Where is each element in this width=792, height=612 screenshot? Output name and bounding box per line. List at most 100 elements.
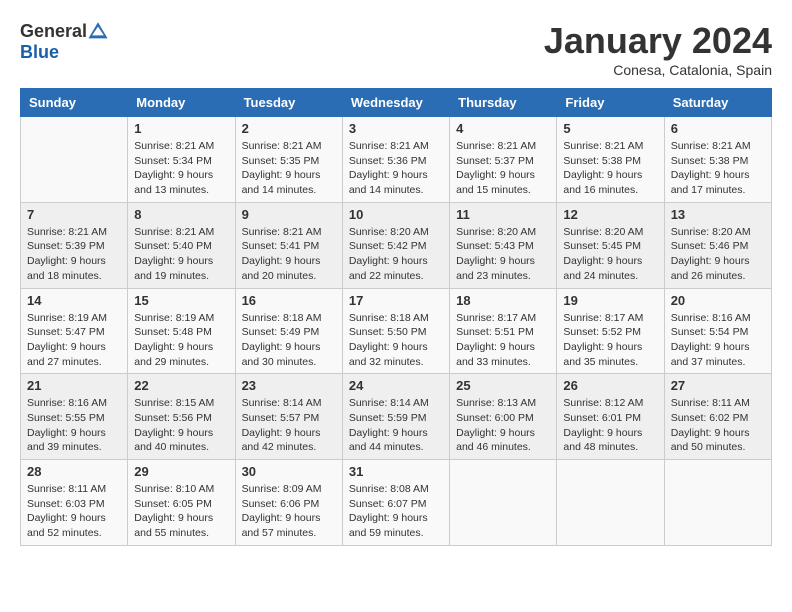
calendar-cell: 26 Sunrise: 8:12 AMSunset: 6:01 PMDayligh…	[557, 374, 664, 460]
day-number: 30	[242, 464, 336, 479]
day-number: 20	[671, 293, 765, 308]
day-info: Sunrise: 8:21 AMSunset: 5:34 PMDaylight:…	[134, 139, 228, 198]
calendar-cell: 16 Sunrise: 8:18 AMSunset: 5:49 PMDayligh…	[235, 288, 342, 374]
calendar-cell: 5 Sunrise: 8:21 AMSunset: 5:38 PMDaylight…	[557, 117, 664, 203]
calendar-cell: 18 Sunrise: 8:17 AMSunset: 5:51 PMDayligh…	[450, 288, 557, 374]
calendar-cell: 24Sunrise: 8:14 AMSunset: 5:59 PMDayligh…	[342, 374, 449, 460]
calendar-cell: 31 Sunrise: 8:08 AMSunset: 6:07 PMDayligh…	[342, 460, 449, 546]
title-block: January 2024 Conesa, Catalonia, Spain	[544, 20, 772, 78]
calendar-cell: 20 Sunrise: 8:16 AMSunset: 5:54 PMDayligh…	[664, 288, 771, 374]
day-info: Sunrise: 8:11 AMSunset: 6:02 PMDaylight:…	[671, 396, 765, 455]
day-info: Sunrise: 8:18 AMSunset: 5:50 PMDaylight:…	[349, 311, 443, 370]
day-number: 23	[242, 378, 336, 393]
day-info: Sunrise: 8:20 AMSunset: 5:46 PMDaylight:…	[671, 225, 765, 284]
calendar-week-row: 21 Sunrise: 8:16 AMSunset: 5:55 PMDayligh…	[21, 374, 772, 460]
day-number: 18	[456, 293, 550, 308]
day-info: Sunrise: 8:18 AMSunset: 5:49 PMDaylight:…	[242, 311, 336, 370]
day-info: Sunrise: 8:19 AMSunset: 5:48 PMDaylight:…	[134, 311, 228, 370]
day-info: Sunrise: 8:21 AMSunset: 5:38 PMDaylight:…	[563, 139, 657, 198]
column-header-thursday: Thursday	[450, 89, 557, 117]
day-info: Sunrise: 8:13 AMSunset: 6:00 PMDaylight:…	[456, 396, 550, 455]
calendar-cell: 17Sunrise: 8:18 AMSunset: 5:50 PMDayligh…	[342, 288, 449, 374]
day-info: Sunrise: 8:20 AMSunset: 5:43 PMDaylight:…	[456, 225, 550, 284]
column-header-saturday: Saturday	[664, 89, 771, 117]
calendar-cell: 12 Sunrise: 8:20 AMSunset: 5:45 PMDayligh…	[557, 202, 664, 288]
day-number: 21	[27, 378, 121, 393]
day-number: 11	[456, 207, 550, 222]
day-info: Sunrise: 8:17 AMSunset: 5:52 PMDaylight:…	[563, 311, 657, 370]
day-number: 3	[349, 121, 443, 136]
day-number: 10	[349, 207, 443, 222]
logo-blue: Blue	[20, 42, 59, 63]
day-number: 24	[349, 378, 443, 393]
day-info: Sunrise: 8:19 AMSunset: 5:47 PMDaylight:…	[27, 311, 121, 370]
day-info: Sunrise: 8:21 AMSunset: 5:38 PMDaylight:…	[671, 139, 765, 198]
day-number: 2	[242, 121, 336, 136]
month-title: January 2024	[544, 20, 772, 62]
calendar-cell: 7 Sunrise: 8:21 AMSunset: 5:39 PMDaylight…	[21, 202, 128, 288]
calendar-cell: 8 Sunrise: 8:21 AMSunset: 5:40 PMDaylight…	[128, 202, 235, 288]
day-number: 28	[27, 464, 121, 479]
calendar-week-row: 14 Sunrise: 8:19 AMSunset: 5:47 PMDayligh…	[21, 288, 772, 374]
calendar-cell: 28 Sunrise: 8:11 AMSunset: 6:03 PMDayligh…	[21, 460, 128, 546]
calendar-cell: 30 Sunrise: 8:09 AMSunset: 6:06 PMDayligh…	[235, 460, 342, 546]
day-number: 5	[563, 121, 657, 136]
calendar-cell: 19 Sunrise: 8:17 AMSunset: 5:52 PMDayligh…	[557, 288, 664, 374]
calendar-cell: 25 Sunrise: 8:13 AMSunset: 6:00 PMDayligh…	[450, 374, 557, 460]
day-info: Sunrise: 8:16 AMSunset: 5:54 PMDaylight:…	[671, 311, 765, 370]
day-number: 19	[563, 293, 657, 308]
calendar-cell: 22Sunrise: 8:15 AMSunset: 5:56 PMDayligh…	[128, 374, 235, 460]
day-number: 14	[27, 293, 121, 308]
day-number: 25	[456, 378, 550, 393]
day-number: 31	[349, 464, 443, 479]
calendar-week-row: 1 Sunrise: 8:21 AMSunset: 5:34 PMDaylight…	[21, 117, 772, 203]
calendar-cell: 2 Sunrise: 8:21 AMSunset: 5:35 PMDaylight…	[235, 117, 342, 203]
calendar-cell	[21, 117, 128, 203]
day-info: Sunrise: 8:21 AMSunset: 5:37 PMDaylight:…	[456, 139, 550, 198]
day-info: Sunrise: 8:17 AMSunset: 5:51 PMDaylight:…	[456, 311, 550, 370]
day-number: 8	[134, 207, 228, 222]
calendar-cell: 9Sunrise: 8:21 AMSunset: 5:41 PMDaylight…	[235, 202, 342, 288]
column-header-tuesday: Tuesday	[235, 89, 342, 117]
day-number: 16	[242, 293, 336, 308]
calendar-cell: 15Sunrise: 8:19 AMSunset: 5:48 PMDayligh…	[128, 288, 235, 374]
day-number: 7	[27, 207, 121, 222]
day-info: Sunrise: 8:21 AMSunset: 5:36 PMDaylight:…	[349, 139, 443, 198]
day-info: Sunrise: 8:16 AMSunset: 5:55 PMDaylight:…	[27, 396, 121, 455]
calendar-cell: 6 Sunrise: 8:21 AMSunset: 5:38 PMDaylight…	[664, 117, 771, 203]
day-info: Sunrise: 8:20 AMSunset: 5:42 PMDaylight:…	[349, 225, 443, 284]
calendar-cell	[557, 460, 664, 546]
calendar-cell: 27Sunrise: 8:11 AMSunset: 6:02 PMDayligh…	[664, 374, 771, 460]
calendar-cell: 10 Sunrise: 8:20 AMSunset: 5:42 PMDayligh…	[342, 202, 449, 288]
day-info: Sunrise: 8:21 AMSunset: 5:41 PMDaylight:…	[242, 225, 336, 284]
day-number: 1	[134, 121, 228, 136]
day-info: Sunrise: 8:21 AMSunset: 5:39 PMDaylight:…	[27, 225, 121, 284]
column-header-wednesday: Wednesday	[342, 89, 449, 117]
day-info: Sunrise: 8:11 AMSunset: 6:03 PMDaylight:…	[27, 482, 121, 541]
day-number: 4	[456, 121, 550, 136]
day-info: Sunrise: 8:12 AMSunset: 6:01 PMDaylight:…	[563, 396, 657, 455]
calendar-cell	[664, 460, 771, 546]
day-info: Sunrise: 8:20 AMSunset: 5:45 PMDaylight:…	[563, 225, 657, 284]
day-info: Sunrise: 8:21 AMSunset: 5:35 PMDaylight:…	[242, 139, 336, 198]
calendar-cell: 23Sunrise: 8:14 AMSunset: 5:57 PMDayligh…	[235, 374, 342, 460]
day-info: Sunrise: 8:08 AMSunset: 6:07 PMDaylight:…	[349, 482, 443, 541]
column-header-sunday: Sunday	[21, 89, 128, 117]
day-number: 6	[671, 121, 765, 136]
day-number: 12	[563, 207, 657, 222]
calendar-header-row: SundayMondayTuesdayWednesdayThursdayFrid…	[21, 89, 772, 117]
day-number: 26	[563, 378, 657, 393]
calendar-cell: 29Sunrise: 8:10 AMSunset: 6:05 PMDayligh…	[128, 460, 235, 546]
calendar-cell: 1 Sunrise: 8:21 AMSunset: 5:34 PMDaylight…	[128, 117, 235, 203]
logo-icon	[87, 20, 109, 42]
column-header-friday: Friday	[557, 89, 664, 117]
calendar-cell: 14 Sunrise: 8:19 AMSunset: 5:47 PMDayligh…	[21, 288, 128, 374]
calendar-cell: 21 Sunrise: 8:16 AMSunset: 5:55 PMDayligh…	[21, 374, 128, 460]
calendar-cell: 3 Sunrise: 8:21 AMSunset: 5:36 PMDaylight…	[342, 117, 449, 203]
day-info: Sunrise: 8:09 AMSunset: 6:06 PMDaylight:…	[242, 482, 336, 541]
calendar-week-row: 28 Sunrise: 8:11 AMSunset: 6:03 PMDayligh…	[21, 460, 772, 546]
calendar-week-row: 7 Sunrise: 8:21 AMSunset: 5:39 PMDaylight…	[21, 202, 772, 288]
day-number: 29	[134, 464, 228, 479]
day-info: Sunrise: 8:21 AMSunset: 5:40 PMDaylight:…	[134, 225, 228, 284]
calendar-cell: 4 Sunrise: 8:21 AMSunset: 5:37 PMDaylight…	[450, 117, 557, 203]
